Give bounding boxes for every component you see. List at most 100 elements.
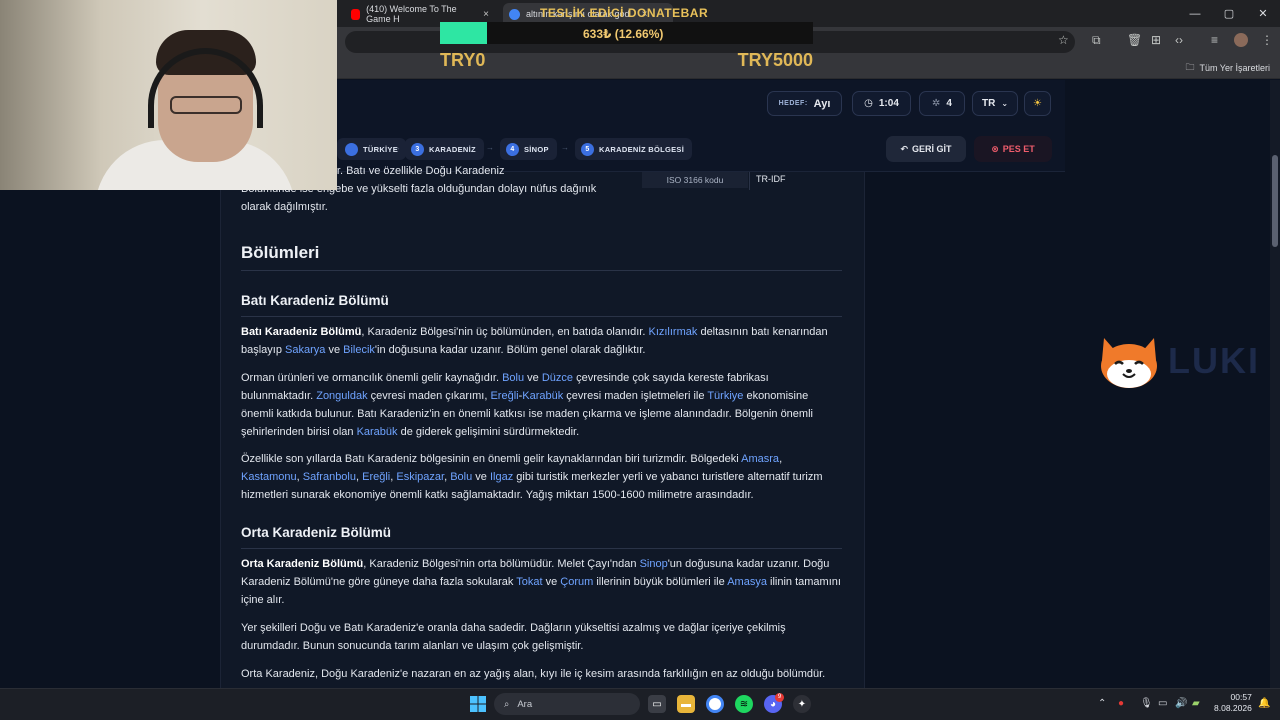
back-button[interactable]: ↶ GERİ GİT bbox=[886, 136, 966, 162]
paragraph: Orta Karadeniz Bölümü, Karadeniz Bölgesi… bbox=[241, 555, 841, 609]
timer-pill: ◷ 1:04 bbox=[852, 91, 911, 116]
search-icon: ⌕ bbox=[504, 698, 510, 710]
file-explorer-icon[interactable]: ▬ bbox=[677, 695, 695, 713]
donation-amount: 633₺ (12.66%) bbox=[583, 27, 664, 41]
intro-line: olarak dağılmıştır. bbox=[241, 201, 328, 213]
give-up-button[interactable]: ⊗ PES ET bbox=[974, 136, 1052, 162]
volume-icon[interactable]: 🔊 bbox=[1175, 698, 1187, 709]
article-link[interactable]: Ereğli bbox=[362, 471, 390, 483]
theme-toggle[interactable]: ☀ bbox=[1024, 91, 1051, 116]
article-link[interactable]: Amasra bbox=[741, 453, 779, 465]
breadcrumb-item-sinop[interactable]: 4 SİNOP bbox=[500, 138, 557, 160]
breadcrumb-step-number: 4 bbox=[506, 142, 519, 156]
paragraph: Batı Karadeniz Bölümü, Karadeniz Bölgesi… bbox=[241, 323, 841, 359]
microphone-icon[interactable]: 🎙 bbox=[1140, 698, 1153, 709]
code-icon[interactable]: ‹› bbox=[1175, 33, 1183, 47]
taskbar-search[interactable]: ⌕ Ara bbox=[494, 693, 640, 715]
text: ve bbox=[542, 576, 561, 588]
bold-term: Batı Karadeniz Bölümü bbox=[241, 326, 362, 338]
article-link[interactable]: Kızılırmak bbox=[648, 326, 697, 338]
cursor-click-icon: ✲ bbox=[932, 98, 941, 109]
arrow-right-icon: → bbox=[486, 143, 494, 152]
paragraph: Yer şekilleri Doğu ve Batı Karadeniz'e o… bbox=[241, 622, 786, 652]
network-icon[interactable]: ▭ bbox=[1158, 698, 1167, 709]
tray-expand-icon[interactable]: ⌃ bbox=[1098, 698, 1106, 709]
target-label: HEDEF: bbox=[778, 100, 808, 107]
kebab-menu-icon[interactable]: ⋮ bbox=[1261, 33, 1273, 47]
heading-rule bbox=[241, 548, 842, 549]
article-link[interactable]: Karabük bbox=[522, 390, 563, 402]
language-select[interactable]: TR ⌄ bbox=[972, 91, 1018, 116]
windows-taskbar bbox=[0, 688, 1280, 720]
article-link[interactable]: Bolu bbox=[502, 372, 524, 384]
article-link[interactable]: Safranbolu bbox=[303, 471, 356, 483]
infobox-value: TR-IDF bbox=[756, 174, 786, 184]
article-link[interactable]: Bolu bbox=[450, 471, 472, 483]
target-pill: HEDEF: Ayı bbox=[767, 91, 842, 116]
clicks-pill: ✲ 4 bbox=[919, 91, 965, 116]
text: , Karadeniz Bölgesi'nin orta bölümüdür. … bbox=[363, 558, 640, 570]
scrollbar-thumb[interactable] bbox=[1272, 155, 1278, 247]
breadcrumb-item-karadeniz-bolgesi[interactable]: 5 KARADENİZ BÖLGESİ bbox=[575, 138, 693, 160]
article-link[interactable]: Karabük bbox=[357, 426, 398, 438]
minimize-icon[interactable]: — bbox=[1178, 0, 1212, 27]
maximize-icon[interactable]: ▢ bbox=[1212, 0, 1246, 27]
text: ve bbox=[472, 471, 490, 483]
menu-list-icon[interactable]: ≡ bbox=[1211, 33, 1218, 47]
extensions-icon[interactable]: ⧉ bbox=[1092, 33, 1101, 48]
heading-rule bbox=[241, 270, 842, 271]
subsection-heading: Orta Karadeniz Bölümü bbox=[241, 525, 392, 540]
article-link[interactable]: Ilgaz bbox=[490, 471, 513, 483]
notification-badge: 9 bbox=[775, 693, 784, 702]
notifications-icon[interactable]: 🔔 bbox=[1258, 698, 1270, 709]
task-view-icon[interactable]: ▭ bbox=[648, 695, 666, 713]
article-link[interactable]: Bilecik bbox=[343, 344, 375, 356]
breadcrumb-label: KARADENİZ BÖLGESİ bbox=[599, 144, 685, 154]
x-circle-icon: ⊗ bbox=[991, 143, 999, 154]
system-clock[interactable]: 00:57 8.08.2026 bbox=[1214, 692, 1252, 714]
article-link[interactable]: Ereğli bbox=[490, 390, 518, 402]
article-link[interactable]: Tokat bbox=[516, 576, 542, 588]
article-link[interactable]: Amasya bbox=[727, 576, 767, 588]
text: , Karadeniz Bölgesi'nin üç bölümünden, e… bbox=[361, 326, 649, 338]
profile-avatar[interactable] bbox=[1234, 33, 1248, 47]
windows-start-icon[interactable] bbox=[469, 695, 487, 713]
tray-app-icon[interactable]: ● bbox=[1118, 698, 1124, 709]
article-link[interactable]: Sinop bbox=[640, 558, 668, 570]
give-up-label: PES ET bbox=[1002, 144, 1035, 154]
breadcrumb-item-karadeniz[interactable]: 3 KARADENİZ bbox=[405, 138, 484, 160]
search-placeholder: Ara bbox=[517, 698, 533, 710]
trash-icon[interactable]: 🗑 bbox=[1127, 33, 1142, 47]
section-heading: Bölümleri bbox=[241, 243, 320, 262]
clock-icon: ◷ bbox=[864, 98, 873, 109]
text: Orman ürünleri ve ormancılık önemli geli… bbox=[241, 372, 503, 384]
chrome-icon[interactable] bbox=[706, 695, 724, 713]
all-bookmarks-folder[interactable]: 🗀 Tüm Yer İşaretleri bbox=[1185, 60, 1270, 76]
clock-date: 8.08.2026 bbox=[1214, 703, 1252, 713]
donation-title: TESLİK EDİCİ DONATEBAR bbox=[540, 6, 709, 20]
arrow-right-icon: → bbox=[393, 143, 401, 152]
window-controls: — ▢ ✕ bbox=[1178, 0, 1280, 27]
star-icon[interactable]: ☆ bbox=[1058, 33, 1069, 47]
article-link[interactable]: Eskipazar bbox=[396, 471, 444, 483]
article-link[interactable]: Kastamonu bbox=[241, 471, 297, 483]
donation-progress-fill bbox=[440, 22, 488, 44]
app-icon[interactable]: ✦ bbox=[793, 695, 811, 713]
close-window-icon[interactable]: ✕ bbox=[1246, 0, 1280, 27]
breadcrumb-step-number: 5 bbox=[581, 142, 594, 156]
article-link[interactable]: Sakarya bbox=[285, 344, 325, 356]
donation-overlay: TESLİK EDİCİ DONATEBAR 633₺ (12.66%) TRY… bbox=[440, 0, 815, 75]
fox-logo-icon bbox=[1101, 338, 1157, 388]
spotify-icon[interactable]: ≋ bbox=[735, 695, 753, 713]
battery-icon[interactable]: ▰ bbox=[1192, 698, 1200, 709]
donation-min: TRY0 bbox=[440, 50, 486, 70]
article-link[interactable]: Düzce bbox=[542, 372, 573, 384]
article-link[interactable]: Türkiye bbox=[707, 390, 743, 402]
article-link[interactable]: Çorum bbox=[560, 576, 593, 588]
paragraph: Orta Karadeniz, Doğu Karadeniz'e nazaran… bbox=[241, 668, 826, 680]
grid-icon[interactable]: ⊞ bbox=[1151, 33, 1161, 47]
text: çevresi maden işletmeleri ile bbox=[563, 390, 708, 402]
paragraph: Özellikle son yıllarda Batı Karadeniz bö… bbox=[241, 450, 841, 504]
arrow-right-icon: → bbox=[561, 143, 569, 152]
article-link[interactable]: Zonguldak bbox=[316, 390, 367, 402]
